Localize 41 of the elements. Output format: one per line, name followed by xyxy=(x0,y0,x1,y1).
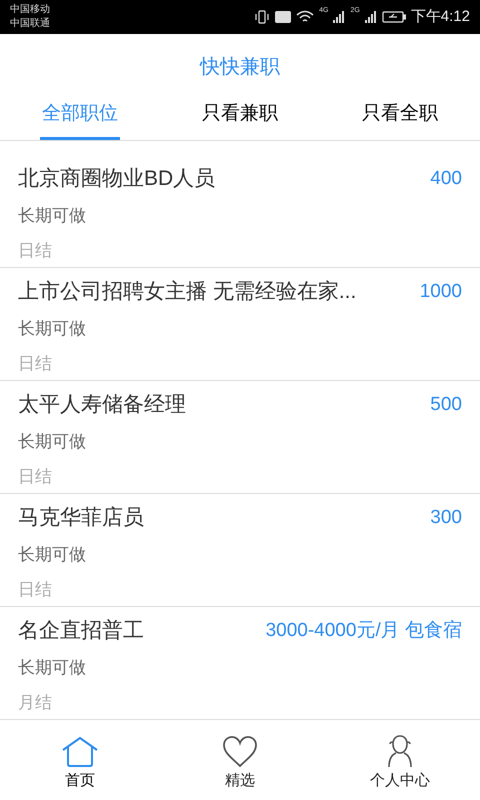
clock-time: 下午4:12 xyxy=(410,6,470,27)
job-title: 马克华菲店员 xyxy=(18,505,144,531)
job-title: 名企直招普工 xyxy=(18,618,144,644)
job-title: 太平人寿储备经理 xyxy=(18,392,186,418)
job-settlement: 日结 xyxy=(18,466,53,488)
signal-icon xyxy=(333,11,346,23)
job-pay: 3000-4000元/月 包食宿 xyxy=(266,618,462,642)
job-pay: 300 xyxy=(430,506,462,530)
heart-icon xyxy=(222,736,258,768)
carrier-name: 中国联通 xyxy=(10,17,50,31)
job-title: 北京商圈物业BD人员 xyxy=(18,166,216,192)
vibrate-icon xyxy=(254,10,270,24)
nav-tab[interactable]: 个人中心 xyxy=(320,720,480,800)
app-title: 快快兼职 xyxy=(200,55,280,80)
job-pay: 500 xyxy=(430,392,462,416)
nav-tab[interactable]: 精选 xyxy=(160,720,320,800)
job-duration: 长期可做 xyxy=(18,430,87,452)
nav-tab[interactable]: 首页 xyxy=(0,720,160,800)
filter-tab[interactable]: 只看兼职 xyxy=(160,100,320,140)
job-row[interactable]: 马克华菲店员 300 长期可做 日结 xyxy=(0,494,480,607)
job-settlement: 月结 xyxy=(18,692,53,714)
filter-tab[interactable]: 只看全职 xyxy=(320,100,480,140)
job-pay: 1000 xyxy=(420,280,462,304)
job-duration: 长期可做 xyxy=(18,204,87,226)
job-duration: 长期可做 xyxy=(18,318,87,340)
job-row[interactable]: 太平人寿储备经理 500 长期可做 日结 xyxy=(0,381,480,494)
job-settlement: 日结 xyxy=(18,240,53,262)
battery-icon xyxy=(382,11,406,23)
wifi-icon xyxy=(296,10,314,24)
signal-icon xyxy=(364,11,377,23)
job-title: 上市公司招聘女主播 无需经验在家... xyxy=(18,279,356,305)
job-row[interactable]: 北京商圈物业BD人员 400 长期可做 日结 xyxy=(0,155,480,268)
job-settlement: 日结 xyxy=(18,579,53,601)
carrier-name: 中国移动 xyxy=(10,3,50,17)
job-settlement: 日结 xyxy=(18,353,53,375)
home-icon xyxy=(61,736,99,768)
job-duration: 长期可做 xyxy=(18,544,87,566)
person-icon xyxy=(385,734,415,768)
job-pay: 400 xyxy=(430,166,462,190)
job-duration: 长期可做 xyxy=(18,656,87,678)
job-row[interactable]: 上市公司招聘女主播 无需经验在家... 1000 长期可做 日结 xyxy=(0,268,480,381)
